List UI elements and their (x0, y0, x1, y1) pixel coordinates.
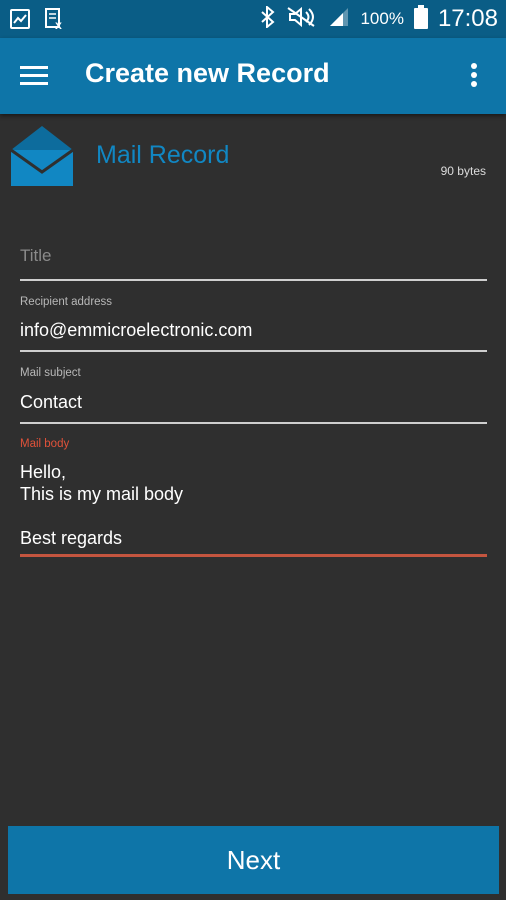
mail-body-input[interactable]: Hello, This is my mail body Best regards (20, 461, 183, 549)
battery-icon (413, 5, 428, 33)
signal-icon (328, 6, 350, 32)
subject-label: Mail subject (20, 367, 81, 379)
title-field[interactable]: Title (20, 246, 487, 284)
title-placeholder: Title (20, 246, 52, 265)
next-button[interactable]: Next (8, 826, 499, 894)
recipient-underline (20, 350, 487, 352)
status-time: 17:08 (437, 5, 498, 32)
svg-text:X: X (55, 22, 62, 30)
subject-underline (20, 422, 487, 424)
recipient-input[interactable]: info@emmicroelectronic.com (20, 319, 252, 341)
recipient-field[interactable]: Recipient address info@emmicroelectronic… (20, 296, 487, 354)
battery-percent: 100% (360, 9, 404, 28)
title-underline (20, 279, 487, 281)
subject-field[interactable]: Mail subject Contact (20, 367, 487, 425)
record-type-title: Mail Record (96, 141, 230, 169)
hamburger-menu-icon[interactable] (20, 58, 60, 94)
mail-icon (10, 124, 74, 192)
subject-input[interactable]: Contact (20, 391, 82, 413)
data-icon: X (44, 8, 66, 34)
more-vertical-icon[interactable] (462, 58, 486, 94)
gallery-icon (10, 9, 30, 33)
status-bar: X 100% 17:08 (0, 0, 506, 38)
mute-icon (286, 6, 318, 32)
record-size: 90 bytes (440, 164, 486, 178)
page-title: Create new Record (85, 58, 330, 88)
record-header: Mail Record 90 bytes (0, 114, 506, 204)
app-bar: Create new Record (0, 38, 506, 114)
mail-body-underline (20, 554, 487, 557)
bluetooth-icon (260, 4, 276, 32)
mail-body-label: Mail body (20, 438, 70, 450)
mail-body-field[interactable]: Mail body Hello, This is my mail body Be… (20, 438, 487, 560)
recipient-label: Recipient address (20, 296, 113, 308)
